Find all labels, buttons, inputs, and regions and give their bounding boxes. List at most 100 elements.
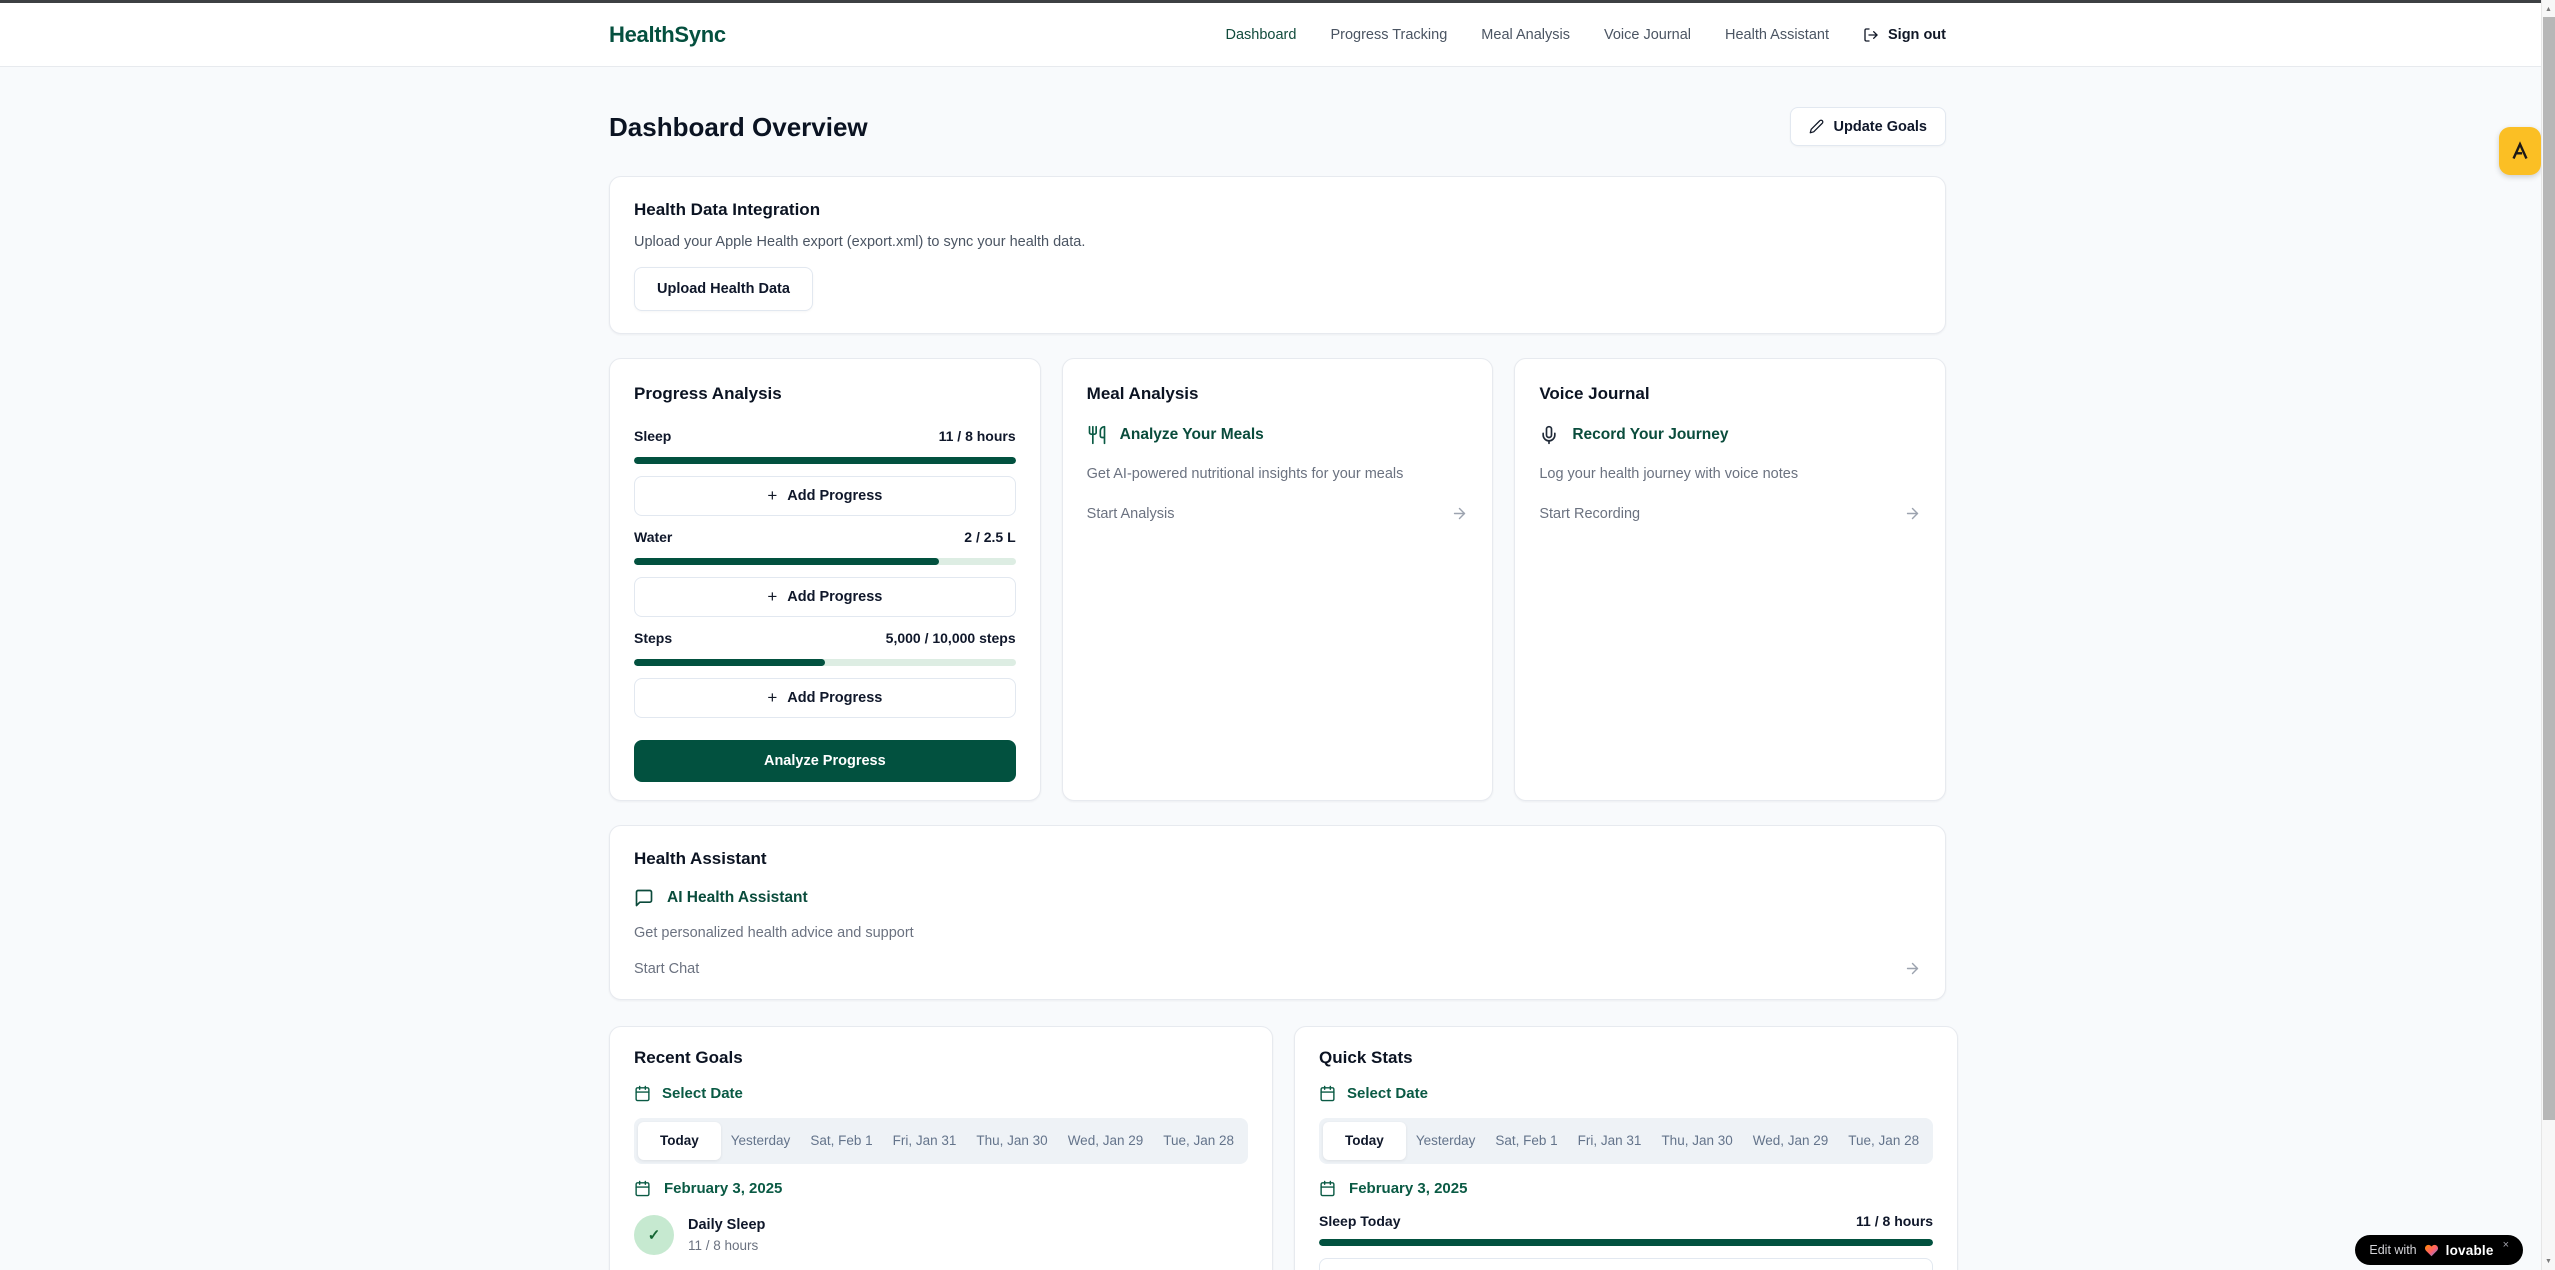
plus-icon: + — [767, 486, 777, 506]
heart-icon — [2424, 1243, 2439, 1258]
daily-sleep-goal-item: ✓ Daily Sleep 11 / 8 hours — [634, 1215, 1248, 1255]
pencil-icon — [1809, 119, 1824, 134]
voice-journal-title: Voice Journal — [1539, 383, 1921, 405]
start-recording-label: Start Recording — [1539, 506, 1640, 522]
health-data-title: Health Data Integration — [634, 199, 1921, 221]
plus-icon: + — [767, 688, 777, 708]
sleep-value: 11 / 8 hours — [939, 427, 1016, 445]
page-title: Dashboard Overview — [609, 109, 868, 145]
selected-date-label: February 3, 2025 — [1349, 1180, 1467, 1197]
date-tab-yesterday[interactable]: Yesterday — [1406, 1122, 1486, 1160]
date-tab[interactable]: Fri, Jan 31 — [883, 1122, 967, 1160]
voice-journal-card: Voice Journal Record Your Journey Log yo… — [1514, 358, 1946, 801]
add-progress-label: Add Progress — [787, 488, 882, 504]
start-recording-action[interactable]: Start Recording — [1539, 505, 1921, 522]
page-scrollbar[interactable]: ▲ ▼ — [2541, 0, 2555, 1270]
signout-label: Sign out — [1888, 27, 1946, 43]
date-tab[interactable]: Thu, Jan 30 — [1651, 1122, 1742, 1160]
date-tab-yesterday[interactable]: Yesterday — [721, 1122, 801, 1160]
upload-health-data-button[interactable]: Upload Health Data — [634, 267, 813, 311]
sleep-today-stat: Sleep Today 11 / 8 hours — [1319, 1213, 1933, 1229]
steps-value: 5,000 / 10,000 steps — [886, 629, 1016, 647]
scrollbar-thumb[interactable] — [2543, 17, 2555, 1120]
nav-item-progress-tracking[interactable]: Progress Tracking — [1330, 27, 1447, 43]
date-tab-today[interactable]: Today — [638, 1122, 721, 1160]
recent-goals-date-tabs: Today Yesterday Sat, Feb 1 Fri, Jan 31 T… — [634, 1118, 1248, 1164]
quick-stats-add-progress-button[interactable]: + Add Progress — [1319, 1258, 1933, 1270]
update-goals-button[interactable]: Update Goals — [1790, 107, 1946, 146]
date-tab[interactable]: Tue, Jan 28 — [1838, 1122, 1929, 1160]
stat-label: Sleep Today — [1319, 1213, 1400, 1229]
date-tab[interactable]: Wed, Jan 29 — [1743, 1122, 1839, 1160]
start-chat-action[interactable]: Start Chat — [634, 960, 1921, 977]
steps-label: Steps — [634, 629, 672, 647]
nav-item-health-assistant[interactable]: Health Assistant — [1725, 27, 1829, 43]
date-tab[interactable]: Sat, Feb 1 — [1485, 1122, 1567, 1160]
nav-item-dashboard[interactable]: Dashboard — [1226, 27, 1297, 43]
date-tab[interactable]: Sat, Feb 1 — [800, 1122, 882, 1160]
scrollbar-down-arrow[interactable]: ▼ — [2542, 1254, 2555, 1268]
calendar-icon — [634, 1085, 651, 1102]
steps-metric: Steps 5,000 / 10,000 steps + Add Progres… — [634, 629, 1016, 718]
edit-with-lovable-badge[interactable]: Edit with lovable × — [2355, 1235, 2523, 1265]
recent-goals-selected-date: February 3, 2025 — [634, 1180, 1248, 1197]
arrow-right-icon — [1451, 505, 1468, 522]
feedback-widget-button[interactable] — [2499, 127, 2541, 175]
date-tab[interactable]: Wed, Jan 29 — [1058, 1122, 1154, 1160]
analyze-your-meals-link[interactable]: Analyze Your Meals — [1087, 425, 1469, 445]
quick-stats-select-date[interactable]: Select Date — [1319, 1085, 1933, 1102]
date-tab[interactable]: Thu, Jan 30 — [966, 1122, 1057, 1160]
progress-analysis-title: Progress Analysis — [634, 383, 1016, 405]
selected-date-label: February 3, 2025 — [664, 1180, 782, 1197]
quick-stats-card: Quick Stats Select Date Today Yesterday … — [1294, 1026, 1958, 1270]
sleep-metric: Sleep 11 / 8 hours + Add Progress — [634, 427, 1016, 516]
health-assistant-title: Health Assistant — [634, 848, 1921, 870]
arrow-right-icon — [1904, 960, 1921, 977]
water-metric: Water 2 / 2.5 L + Add Progress — [634, 528, 1016, 617]
recent-goals-select-date[interactable]: Select Date — [634, 1085, 1248, 1102]
check-circle-icon: ✓ — [634, 1215, 674, 1255]
start-analysis-action[interactable]: Start Analysis — [1087, 505, 1469, 522]
date-tab-today[interactable]: Today — [1323, 1122, 1406, 1160]
badge-close-icon[interactable]: × — [2503, 1239, 2509, 1251]
meal-description: Get AI-powered nutritional insights for … — [1087, 465, 1469, 483]
sleep-add-progress-button[interactable]: + Add Progress — [634, 476, 1016, 516]
voice-description: Log your health journey with voice notes — [1539, 465, 1921, 483]
date-tab[interactable]: Fri, Jan 31 — [1568, 1122, 1652, 1160]
date-tab[interactable]: Tue, Jan 28 — [1153, 1122, 1244, 1160]
goal-value: 11 / 8 hours — [688, 1238, 765, 1253]
start-analysis-label: Start Analysis — [1087, 506, 1175, 522]
water-label: Water — [634, 528, 672, 546]
quick-stats-title: Quick Stats — [1319, 1047, 1933, 1069]
brand-logo: HealthSync — [609, 22, 726, 48]
water-add-progress-button[interactable]: + Add Progress — [634, 577, 1016, 617]
nav-item-voice-journal[interactable]: Voice Journal — [1604, 27, 1691, 43]
meal-analysis-title: Meal Analysis — [1087, 383, 1469, 405]
sleep-progress-bar — [634, 457, 1016, 464]
steps-progress-bar — [634, 659, 1016, 666]
nav-item-meal-analysis[interactable]: Meal Analysis — [1481, 27, 1570, 43]
logout-icon — [1863, 27, 1879, 43]
voice-link-label: Record Your Journey — [1572, 426, 1728, 444]
quick-stats-date-tabs: Today Yesterday Sat, Feb 1 Fri, Jan 31 T… — [1319, 1118, 1933, 1164]
goal-name: Daily Sleep — [688, 1217, 765, 1233]
update-goals-label: Update Goals — [1834, 119, 1927, 135]
microphone-icon — [1539, 425, 1559, 445]
health-assistant-card: Health Assistant AI Health Assistant Get… — [609, 825, 1946, 1000]
scrollbar-up-arrow[interactable]: ▲ — [2542, 2, 2555, 16]
ai-health-assistant-link[interactable]: AI Health Assistant — [634, 888, 1921, 908]
progress-analysis-card: Progress Analysis Sleep 11 / 8 hours + A… — [609, 358, 1041, 801]
recent-goals-title: Recent Goals — [634, 1047, 1248, 1069]
add-progress-label: Add Progress — [787, 690, 882, 706]
recent-goals-card: Recent Goals Select Date Today Yesterday… — [609, 1026, 1273, 1270]
record-your-journey-link[interactable]: Record Your Journey — [1539, 425, 1921, 445]
bottom-cards-row: Recent Goals Select Date Today Yesterday… — [609, 1026, 1946, 1270]
calendar-icon — [1319, 1085, 1336, 1102]
calendar-icon — [634, 1180, 651, 1197]
signout-button[interactable]: Sign out — [1863, 27, 1946, 43]
main-nav: Dashboard Progress Tracking Meal Analysi… — [1226, 27, 1947, 43]
water-value: 2 / 2.5 L — [964, 528, 1015, 546]
steps-add-progress-button[interactable]: + Add Progress — [634, 678, 1016, 718]
analyze-progress-button[interactable]: Analyze Progress — [634, 740, 1016, 782]
start-chat-label: Start Chat — [634, 961, 699, 977]
